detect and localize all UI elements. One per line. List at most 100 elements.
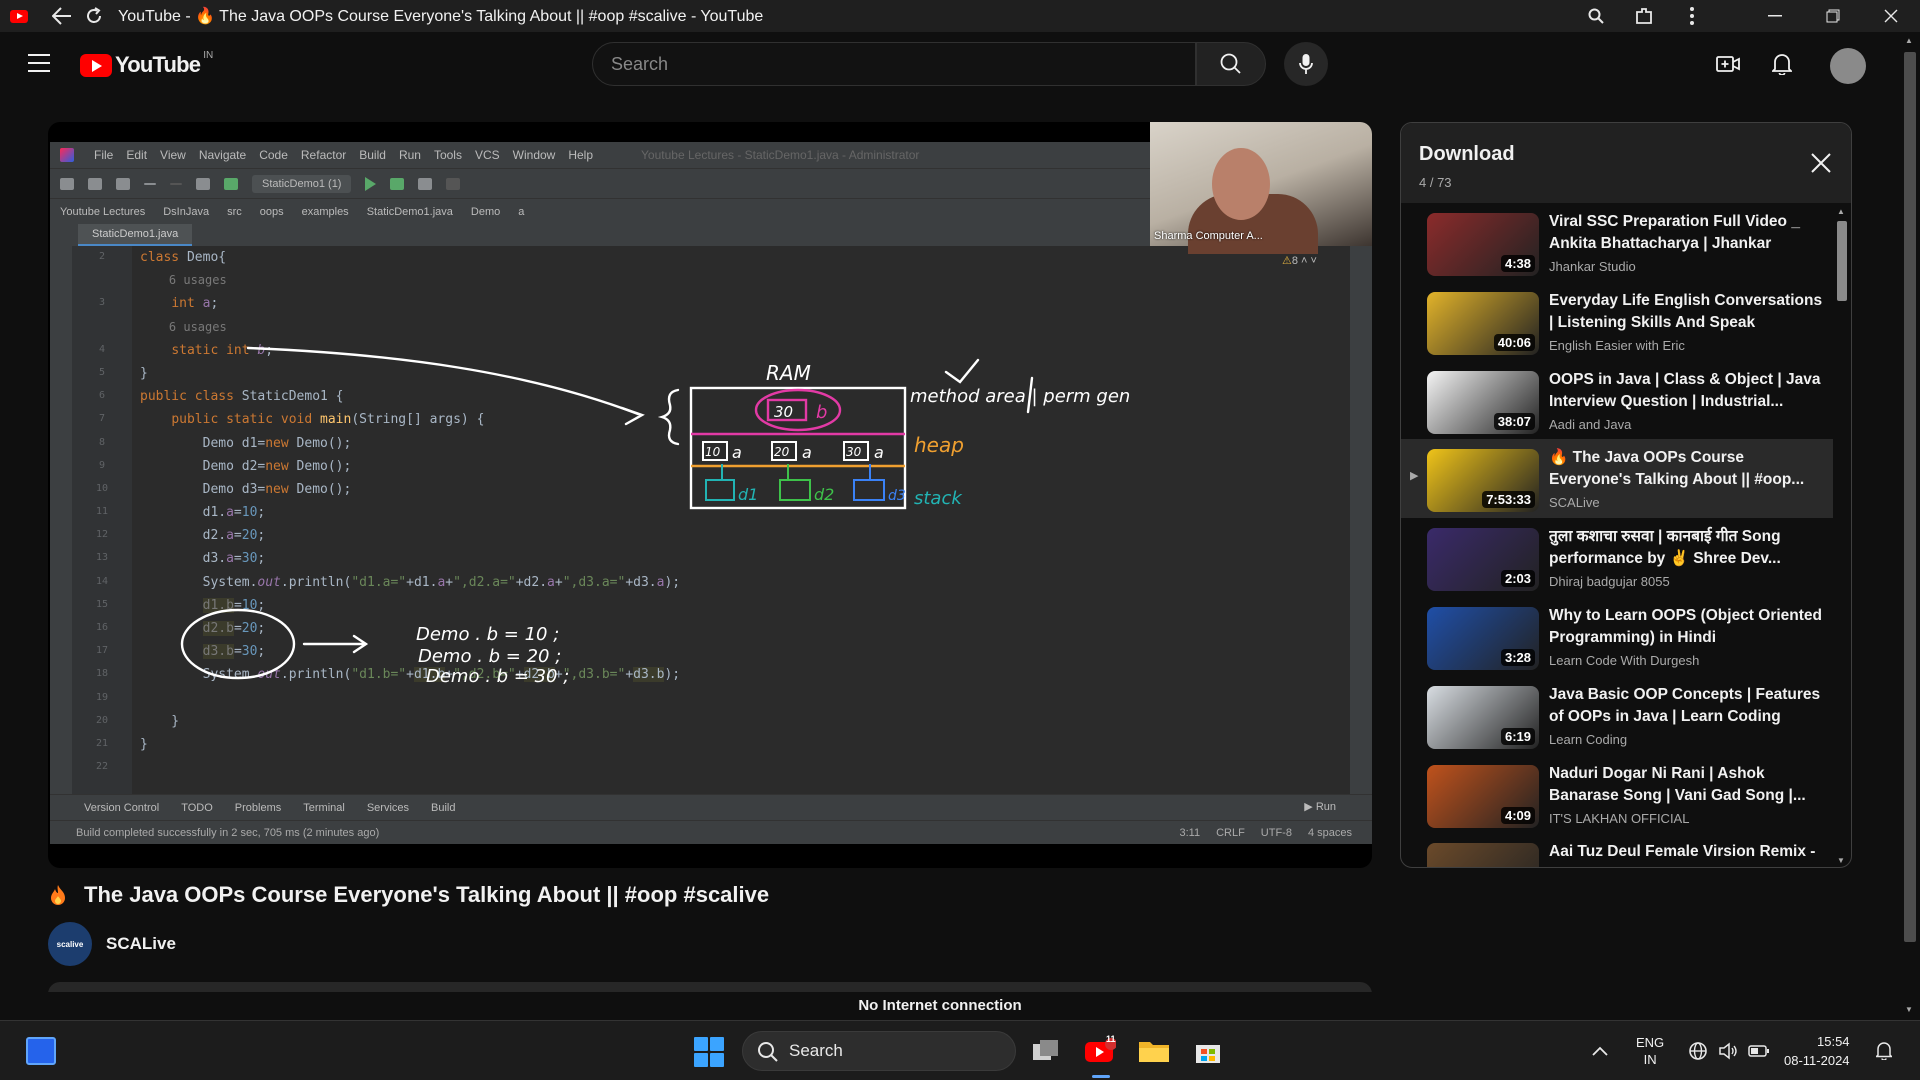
playlist-panel: Download 4 / 73 4:38 Viral SSC Preparatio… <box>1400 122 1852 868</box>
playlist-item[interactable]: 6:19 Java Basic OOP Concepts | Features o… <box>1401 676 1833 755</box>
more-options-icon[interactable] <box>1668 0 1716 32</box>
playlist-item-title[interactable]: तुला कशाचा रुसवा | कानबाई गीत Song perfo… <box>1549 526 1825 570</box>
playlist-item[interactable]: Aai Tuz Deul Female Virsion Remix - <box>1401 833 1833 867</box>
playlist-scrollbar[interactable]: ▲ ▼ <box>1833 203 1851 867</box>
start-windows-icon[interactable] <box>694 1037 724 1067</box>
playlist-scroll-thumb[interactable] <box>1837 221 1847 301</box>
playlist-item-title[interactable]: Why to Learn OOPS (Object Oriented Progr… <box>1549 605 1825 649</box>
code-line: Demo d2=new Demo(); <box>140 458 352 474</box>
notification-center-icon[interactable] <box>1876 1021 1892 1080</box>
ide-menu-item: View <box>160 148 186 162</box>
notifications-bell-icon[interactable] <box>1766 48 1798 80</box>
playlist-item-title[interactable]: Everyday Life English Conversations | Li… <box>1549 290 1825 334</box>
playlist-item[interactable]: 4:38 Viral SSC Preparation Full Video _ A… <box>1401 203 1833 282</box>
system-tray-icons[interactable] <box>1688 1021 1770 1080</box>
playlist-item-title[interactable]: Naduri Dogar Ni Rani | Ashok Banarase So… <box>1549 763 1825 807</box>
language-indicator[interactable]: ENG IN <box>1636 1021 1664 1080</box>
playlist-item[interactable]: 2:03 तुला कशाचा रुसवा | कानबाई गीत Song p… <box>1401 518 1833 597</box>
video-player[interactable]: File Edit View Navigate Code Refactor Build Run… <box>48 122 1372 868</box>
code-line: d2.a=20; <box>140 528 266 544</box>
code-line: 6 usages <box>140 319 227 334</box>
reload-icon[interactable] <box>78 0 110 32</box>
ide-menu-item: Window <box>512 148 556 162</box>
widgets-icon[interactable] <box>26 1037 56 1065</box>
ide-menu-item: Code <box>259 148 288 162</box>
task-view-icon[interactable] <box>1028 1033 1064 1069</box>
logo-text: YouTube <box>115 52 201 77</box>
playlist-title[interactable]: Download <box>1419 143 1515 166</box>
clock[interactable]: 15:54 08-11-2024 <box>1784 1021 1850 1080</box>
channel-name[interactable]: SCALive <box>106 934 176 954</box>
menu-icon[interactable] <box>28 54 50 72</box>
region-code: IN <box>1643 1052 1657 1067</box>
scroll-down-arrow-icon[interactable]: ▼ <box>1905 1005 1913 1014</box>
create-video-icon[interactable] <box>1712 48 1744 80</box>
search-input[interactable] <box>611 53 1195 75</box>
extensions-icon[interactable] <box>1620 0 1668 32</box>
tray-overflow-icon[interactable] <box>1592 1021 1608 1080</box>
ide-screen: File Edit View Navigate Code Refactor Build Run… <box>50 142 1372 844</box>
youtube-favicon-icon <box>10 9 28 23</box>
video-thumbnail[interactable]: 4:38 <box>1427 213 1539 276</box>
playlist-item-title[interactable]: Java Basic OOP Concepts | Features of OO… <box>1549 684 1825 728</box>
playlist-item[interactable]: 38:07 OOPS in Java | Class & Object | Jav… <box>1401 361 1833 440</box>
close-window-icon[interactable] <box>1862 0 1920 32</box>
playlist-item-channel: Learn Coding <box>1549 731 1628 747</box>
playlist-item[interactable]: 3:28 Why to Learn OOPS (Object Oriented P… <box>1401 597 1833 676</box>
file-explorer-icon[interactable] <box>1136 1033 1172 1069</box>
store-icon[interactable] <box>1190 1033 1226 1069</box>
line-number: 12 <box>95 529 109 541</box>
video-thumbnail[interactable]: 38:07 <box>1427 370 1539 434</box>
video-thumbnail[interactable]: 40:06 <box>1427 291 1539 355</box>
video-thumbnail[interactable] <box>1427 843 1539 867</box>
taskbar-search[interactable]: Search <box>742 1031 1016 1071</box>
account-avatar[interactable] <box>1830 48 1866 84</box>
playlist-item-title[interactable]: 🔥 The Java OOPs Course Everyone's Talkin… <box>1549 447 1825 491</box>
playlist-item[interactable]: 4:09 Naduri Dogar Ni Rani | Ashok Banaras… <box>1401 755 1833 834</box>
channel-avatar[interactable]: scalive <box>48 922 92 966</box>
playlist-item-title[interactable]: Aai Tuz Deul Female Virsion Remix - <box>1549 841 1825 863</box>
status-item: CRLF <box>1216 826 1245 839</box>
line-number: 21 <box>95 737 109 749</box>
zoom-icon[interactable] <box>1572 0 1620 32</box>
video-thumbnail[interactable]: 3:28 <box>1427 606 1539 670</box>
video-thumbnail[interactable]: 7:53:33 <box>1427 449 1539 513</box>
sync-icon <box>116 177 130 190</box>
ide-menu-item: Navigate <box>198 148 247 162</box>
close-playlist-icon[interactable] <box>1805 147 1837 179</box>
language-code: ENG <box>1636 1035 1665 1050</box>
scroll-up-arrow-icon[interactable]: ▲ <box>1905 36 1913 45</box>
hammer-icon <box>224 177 238 190</box>
run-tool-text: Run <box>1315 801 1336 813</box>
editor-tab: StaticDemo1.java <box>78 224 193 246</box>
page-scrollbar-thumb[interactable] <box>1904 52 1916 942</box>
fire-icon <box>51 885 65 905</box>
back-arrow-icon[interactable] <box>46 0 78 32</box>
forward-icon <box>170 182 182 185</box>
video-thumbnail[interactable]: 4:09 <box>1427 764 1539 828</box>
voice-search-button[interactable] <box>1284 42 1328 86</box>
minimize-icon[interactable] <box>1746 0 1804 32</box>
code-line: System.out.println("d1.b="+d1.b+",d2.b="… <box>140 667 681 683</box>
run-tool-label: ▶ Run <box>1304 801 1336 813</box>
line-number: 10 <box>95 482 109 494</box>
ide-right-toolstrip <box>1350 246 1372 794</box>
video-thumbnail[interactable]: 6:19 <box>1427 685 1539 749</box>
playlist-scroll-down-icon[interactable]: ▼ <box>1837 856 1845 865</box>
page-scrollbar[interactable]: ▲ ▼ <box>1900 32 1920 1020</box>
search-button[interactable] <box>1196 42 1266 86</box>
playlist-scroll-up-icon[interactable]: ▲ <box>1837 207 1845 216</box>
playlist-item-title[interactable]: OOPS in Java | Class & Object | Java Int… <box>1549 369 1825 413</box>
breadcrumb-item: oops <box>259 205 284 218</box>
youtube-app-icon[interactable]: 11 <box>1082 1033 1118 1069</box>
taskbar-search-icon <box>758 1042 778 1062</box>
video-thumbnail[interactable]: 2:03 <box>1427 528 1539 592</box>
playlist-item[interactable]: 40:06 Everyday Life English Conversations… <box>1401 282 1833 361</box>
breadcrumb-item: Demo <box>470 205 501 218</box>
youtube-logo[interactable]: YouTube IN <box>80 50 213 78</box>
playlist-item-title[interactable]: Viral SSC Preparation Full Video _ Ankit… <box>1549 211 1825 255</box>
webcam-label: Sharma Computer A... <box>1154 230 1263 242</box>
playlist-item[interactable]: ▶ 7:53:33 🔥 The Java OOPs Course Everyone'… <box>1401 439 1833 519</box>
restore-icon[interactable] <box>1804 0 1862 32</box>
